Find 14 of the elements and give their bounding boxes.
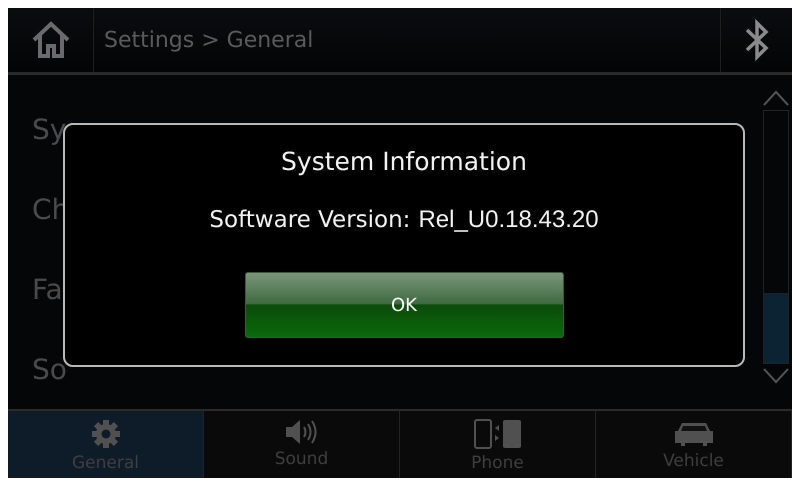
gear-icon — [90, 419, 120, 449]
phone-and-tablet-icon — [474, 419, 522, 449]
ok-button[interactable]: OK — [244, 272, 564, 338]
home-icon — [30, 21, 70, 59]
version-label: Software Version: — [209, 207, 410, 233]
speaker-icon — [284, 419, 318, 445]
bluetooth-icon — [744, 19, 770, 61]
version-value: Rel_U0.18.43.20 — [418, 206, 599, 234]
scroll-up-icon[interactable] — [762, 89, 790, 107]
dialog-title: System Information — [281, 147, 527, 176]
scroll-down-icon[interactable] — [762, 367, 790, 385]
scrollbar-track[interactable] — [763, 110, 789, 364]
scrollbar-thumb[interactable] — [764, 293, 788, 363]
breadcrumb-title: Settings > General — [103, 28, 314, 52]
